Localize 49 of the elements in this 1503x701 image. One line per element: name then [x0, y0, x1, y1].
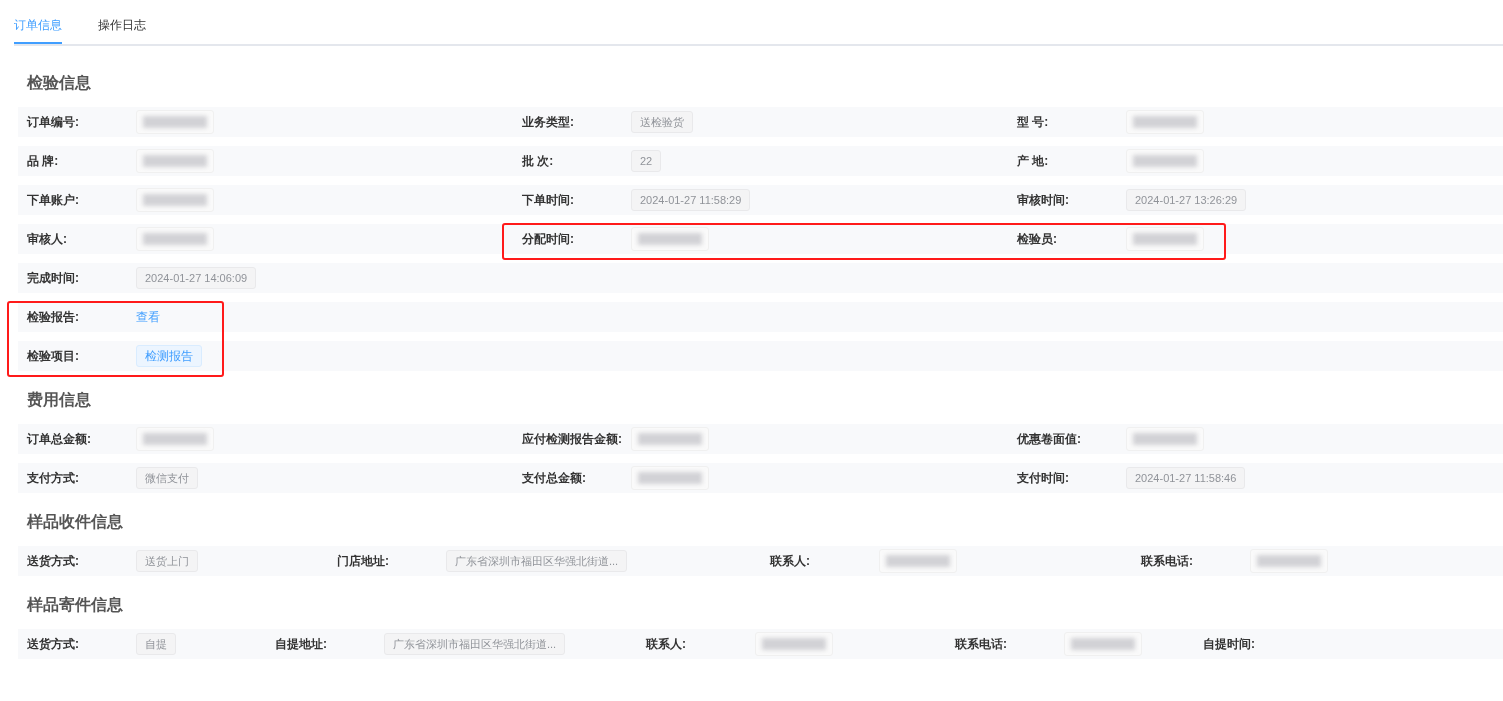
- field-value: 送检验货: [631, 111, 693, 133]
- field-label: 支付时间:: [1017, 470, 1070, 487]
- section-title: 检验信息: [27, 73, 92, 93]
- tab[interactable]: 操作日志: [98, 0, 146, 44]
- field-label: 联系电话:: [1141, 553, 1194, 570]
- field-label: 支付总金额:: [522, 470, 587, 487]
- field-label: 应付检测报告金额:: [522, 431, 623, 448]
- field-label: 下单账户:: [27, 192, 80, 209]
- field-label: 送货方式:: [27, 636, 80, 653]
- field-label: 型 号:: [1017, 114, 1050, 131]
- field-value: 广东省深圳市福田区华强北街道...: [384, 633, 566, 655]
- field-value: 微信支付: [136, 467, 198, 489]
- field-label: 批 次:: [522, 153, 555, 170]
- field-value: 2024-01-27 13:26:29: [1126, 189, 1247, 211]
- field-label: 审核人:: [27, 231, 68, 248]
- field-value: 送货上门: [136, 550, 198, 572]
- field-label: 订单编号:: [27, 114, 80, 131]
- field-label: 检验报告:: [27, 309, 80, 326]
- field-label: 门店地址:: [337, 553, 390, 570]
- field-label: 联系人:: [646, 636, 687, 653]
- field-value: 22: [631, 150, 662, 172]
- field-value: 广东省深圳市福田区华强北街道...: [446, 550, 628, 572]
- field-label: 支付方式:: [27, 470, 80, 487]
- section-title: 费用信息: [27, 390, 92, 410]
- field-label: 检验项目:: [27, 348, 80, 365]
- field-label: 联系人:: [770, 553, 811, 570]
- section-title: 样品寄件信息: [27, 595, 124, 615]
- field-value: 2024-01-27 14:06:09: [136, 267, 257, 289]
- tab[interactable]: 订单信息: [14, 0, 62, 44]
- field-label: 产 地:: [1017, 153, 1050, 170]
- field-value: 2024-01-27 11:58:46: [1126, 467, 1246, 489]
- field-label: 送货方式:: [27, 553, 80, 570]
- field-label: 自提时间:: [1203, 636, 1256, 653]
- field-label: 下单时间:: [522, 192, 575, 209]
- field-value: 2024-01-27 11:58:29: [631, 189, 751, 211]
- field-label: 审核时间:: [1017, 192, 1070, 209]
- field-label: 自提地址:: [275, 636, 328, 653]
- section-title: 样品收件信息: [27, 512, 124, 532]
- field-label: 完成时间:: [27, 270, 80, 287]
- field-label: 分配时间:: [522, 231, 575, 248]
- field-label: 联系电话:: [955, 636, 1008, 653]
- field-label: 业务类型:: [522, 114, 575, 131]
- view-link[interactable]: 查看: [136, 308, 160, 326]
- field-value: 检测报告: [136, 345, 202, 367]
- field-value: 自提: [136, 633, 176, 655]
- field-label: 优惠卷面值:: [1017, 431, 1082, 448]
- field-label: 订单总金额:: [27, 431, 92, 448]
- field-label: 品 牌:: [27, 153, 60, 170]
- field-label: 检验员:: [1017, 231, 1058, 248]
